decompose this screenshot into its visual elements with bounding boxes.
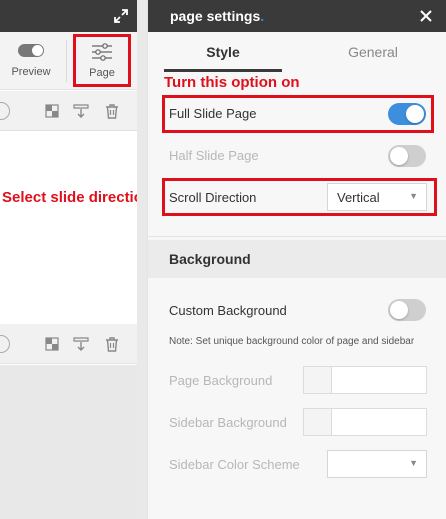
option-page-background: Page Background [148, 361, 446, 401]
color-swatch[interactable] [304, 409, 332, 435]
section-toolbar-bottom [0, 324, 137, 364]
active-tab-indicator [164, 69, 282, 72]
editor-empty-area [0, 365, 137, 519]
panel-title-text: page settings [170, 8, 261, 24]
tab-general[interactable]: General [298, 32, 446, 72]
chevron-down-icon: ▼ [409, 458, 418, 468]
option-custom-background: Custom Background [148, 291, 446, 331]
page-background-color-input[interactable] [303, 366, 427, 394]
option-sidebar-color-scheme: Sidebar Color Scheme ▼ [148, 445, 446, 485]
editor-strip: Preview Page [0, 0, 137, 519]
highlight-scroll-direction [162, 178, 437, 216]
highlight-page-button [73, 34, 131, 87]
panel-gutter [137, 0, 147, 519]
half-slide-label: Half Slide Page [169, 148, 259, 163]
panel-header: page settings. [148, 0, 446, 32]
move-down-icon[interactable] [0, 102, 10, 120]
annotation-turn-on: Turn this option on [164, 74, 300, 91]
panel-title: page settings. [170, 8, 264, 24]
sidebar-color-scheme-label: Sidebar Color Scheme [169, 457, 300, 472]
panel-title-dot: . [260, 8, 265, 24]
sidebar-background-label: Sidebar Background [169, 415, 287, 430]
custom-background-label: Custom Background [169, 303, 287, 318]
preview-toggle-icon [18, 44, 44, 57]
custom-background-toggle[interactable] [388, 299, 426, 321]
highlight-full-slide [162, 95, 434, 133]
background-note: Note: Set unique background color of pag… [169, 336, 415, 347]
move-down-icon[interactable] [0, 335, 10, 353]
checker-icon[interactable] [44, 336, 60, 352]
section-content-area [0, 132, 137, 324]
preview-button[interactable]: Preview [0, 32, 62, 90]
color-swatch[interactable] [304, 367, 332, 393]
trash-icon[interactable] [104, 336, 120, 352]
annotation-select-slide-direction: Select slide direction [2, 189, 153, 206]
panel-tabs: Style General [148, 32, 446, 72]
toolbar-divider [66, 40, 67, 82]
toggle-knob [390, 147, 408, 165]
option-half-slide-page: Half Slide Page [148, 136, 446, 176]
sidebar-background-color-input[interactable] [303, 408, 427, 436]
close-icon[interactable] [419, 9, 433, 23]
page-settings-panel: page settings. Style General Turn this o… [147, 0, 446, 519]
section-divider [148, 236, 446, 237]
sidebar-color-scheme-select[interactable]: ▼ [327, 450, 427, 478]
trash-icon[interactable] [104, 103, 120, 119]
half-slide-toggle[interactable] [388, 145, 426, 167]
page-background-label: Page Background [169, 373, 273, 388]
expand-icon[interactable] [113, 8, 129, 24]
checker-icon[interactable] [44, 103, 60, 119]
editor-topbar [0, 0, 137, 32]
background-section-header: Background [148, 240, 446, 278]
option-sidebar-background: Sidebar Background [148, 403, 446, 443]
preview-label: Preview [11, 66, 51, 78]
section-toolbar-top [0, 91, 137, 131]
download-icon[interactable] [73, 336, 89, 352]
download-icon[interactable] [73, 103, 89, 119]
background-section-title: Background [169, 251, 251, 267]
toggle-knob [390, 301, 408, 319]
tab-style[interactable]: Style [148, 32, 298, 72]
